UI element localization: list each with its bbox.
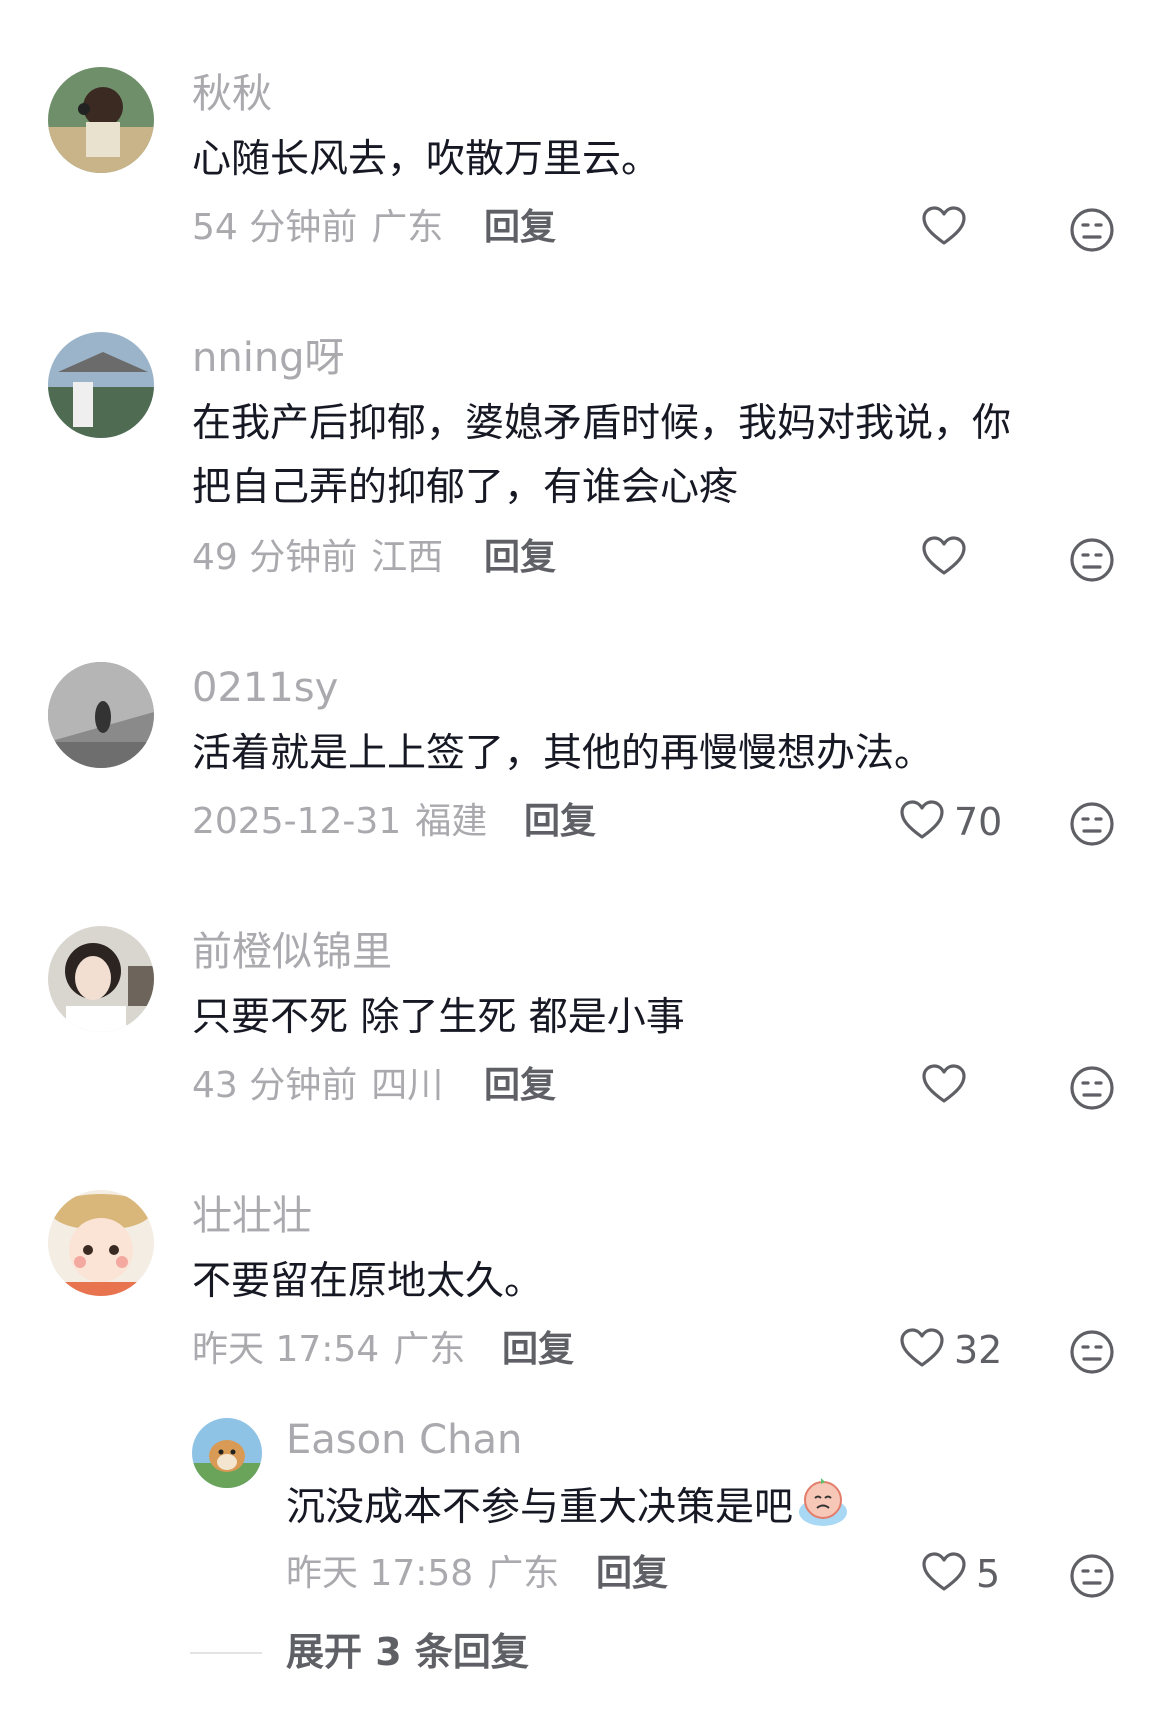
dislike-button[interactable] [1068,1552,1116,1600]
avatar[interactable] [48,67,154,173]
heart-outline-icon [920,532,968,584]
heart-outline-icon [920,1060,968,1112]
location: 福建 [415,801,488,842]
avatar[interactable] [48,926,154,1032]
comment-meta: 43 分钟前 四川 [192,1064,443,1108]
comment-text: 活着就是上上签了，其他的再慢慢想办法。 [192,731,934,776]
username[interactable]: 前橙似锦里 [192,928,392,976]
timestamp: 昨天 17:58 [286,1553,474,1594]
dislike-button[interactable] [1068,800,1116,848]
like-button[interactable] [920,530,968,586]
comment-text: 只要不死 除了生死 都是小事 [192,995,685,1040]
username[interactable]: nning呀 [192,334,345,382]
dislike-button[interactable] [1068,1328,1116,1376]
dislike-button[interactable] [1068,206,1116,254]
heart-outline-icon [898,1324,946,1376]
timestamp: 49 分钟前 [192,537,358,578]
comment-meta: 54 分钟前 广东 [192,206,443,250]
neutral-face-icon [1068,538,1116,588]
expand-replies-button[interactable]: 展开 3 条回复 [286,1628,529,1676]
comment-text-line: 把自己弄的抑郁了，有谁会心疼 [192,465,739,510]
expand-divider [190,1652,262,1654]
comment-text: 沉没成本不参与重大决策是吧 [286,1474,851,1540]
avatar[interactable] [192,1418,262,1488]
neutral-face-icon [1068,1554,1116,1604]
neutral-face-icon [1068,208,1116,258]
avatar[interactable] [48,662,154,768]
heart-outline-icon [898,796,946,848]
like-count: 70 [954,800,1003,844]
neutral-face-icon [1068,802,1116,852]
timestamp: 昨天 17:54 [192,1329,380,1370]
username[interactable]: 0211sy [192,664,338,712]
location: 广东 [371,207,444,248]
location: 广东 [393,1329,466,1370]
reply-button[interactable]: 回复 [484,1064,556,1108]
comment-meta: 昨天 17:58 广东 [286,1552,559,1596]
username[interactable]: 秋秋 [192,70,272,118]
reply-button[interactable]: 回复 [596,1552,668,1596]
avatar[interactable] [48,1190,154,1296]
like-count: 32 [954,1328,1003,1372]
location: 广东 [487,1553,560,1594]
comment-meta: 2025-12-31 福建 [192,800,487,844]
timestamp: 43 分钟前 [192,1065,358,1106]
timestamp: 2025-12-31 [192,801,402,842]
neutral-face-icon [1068,1330,1116,1380]
reply-button[interactable]: 回复 [484,536,556,580]
reply-text: 沉没成本不参与重大决策是吧 [286,1485,794,1530]
like-button[interactable]: 70 [898,794,1002,850]
comment-meta: 49 分钟前 江西 [192,536,443,580]
like-count: 5 [976,1552,1001,1596]
comment-text-line: 在我产后抑郁，婆媳矛盾时候，我妈对我说，你 [192,401,1012,446]
dislike-button[interactable] [1068,536,1116,584]
reply-button[interactable]: 回复 [484,206,556,250]
username[interactable]: Eason Chan [286,1416,522,1464]
location: 江西 [371,537,444,578]
comment-text: 不要留在原地太久。 [192,1259,544,1304]
neutral-face-icon [1068,1066,1116,1116]
username[interactable]: 壮壮壮 [192,1192,312,1240]
like-button[interactable] [920,1058,968,1114]
crying-emoji-icon [795,1474,851,1530]
like-button[interactable] [920,200,968,256]
comment-text: 心随长风去，吹散万里云。 [192,137,661,182]
avatar[interactable] [48,332,154,438]
like-button[interactable]: 32 [898,1322,1002,1378]
location: 四川 [371,1065,444,1106]
reply-button[interactable]: 回复 [524,800,596,844]
timestamp: 54 分钟前 [192,207,358,248]
reply-button[interactable]: 回复 [502,1328,574,1372]
heart-outline-icon [920,202,968,254]
heart-outline-icon [920,1548,968,1600]
comment-meta: 昨天 17:54 广东 [192,1328,465,1372]
dislike-button[interactable] [1068,1064,1116,1112]
like-button[interactable]: 5 [920,1546,1000,1602]
